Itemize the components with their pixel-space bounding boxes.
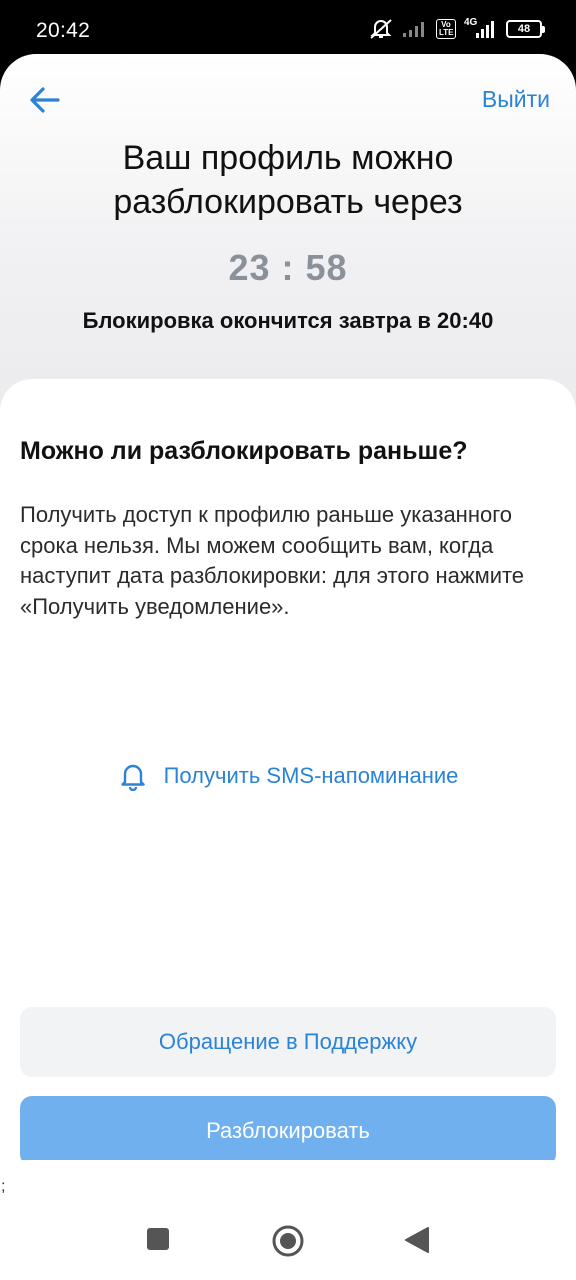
back-button[interactable] <box>26 82 62 118</box>
battery-icon: 48 <box>506 20 545 38</box>
sms-reminder-link[interactable]: Получить SMS-напоминание <box>0 761 576 791</box>
card-heading: Можно ли разблокировать раньше? <box>20 437 468 465</box>
stray-text: ; <box>1 1178 6 1195</box>
network-type-label: 4G <box>464 17 478 28</box>
signal-icon <box>402 20 428 38</box>
network-4g-icon: 4G <box>464 17 498 39</box>
exit-link[interactable]: Выйти <box>482 86 550 113</box>
bell-icon <box>120 764 145 791</box>
home-circle-icon[interactable] <box>271 1224 305 1263</box>
app-screen: Выйти Ваш профиль можно разблокировать ч… <box>0 54 576 1200</box>
volte-icon: Vo LTE <box>436 19 456 39</box>
info-card: Можно ли разблокировать раньше? Получить… <box>0 379 576 1179</box>
unlock-date-text: Блокировка окончится завтра в 20:40 <box>82 308 494 333</box>
card-description: Получить доступ к профилю раньше указанн… <box>20 502 525 619</box>
arrow-left-icon <box>30 87 60 113</box>
sms-reminder-label: Получить SMS-напоминание <box>163 763 459 788</box>
status-time: 20:42 <box>36 19 91 42</box>
back-triangle-icon[interactable] <box>405 1227 429 1258</box>
page-title: Ваш профиль можно разблокировать через <box>113 139 463 221</box>
unlock-button[interactable]: Разблокировать <box>20 1096 556 1166</box>
mute-icon <box>368 18 394 40</box>
recents-square-icon[interactable] <box>146 1227 170 1256</box>
support-button[interactable]: Обращение в Поддержку <box>20 1007 556 1077</box>
status-icons: Vo LTE 4G 48 <box>368 17 545 40</box>
system-nav-bar <box>0 1205 576 1280</box>
countdown-timer: 23 : 58 <box>228 247 348 288</box>
status-bar: 20:42 Vo LTE 4G 48 <box>0 0 576 62</box>
